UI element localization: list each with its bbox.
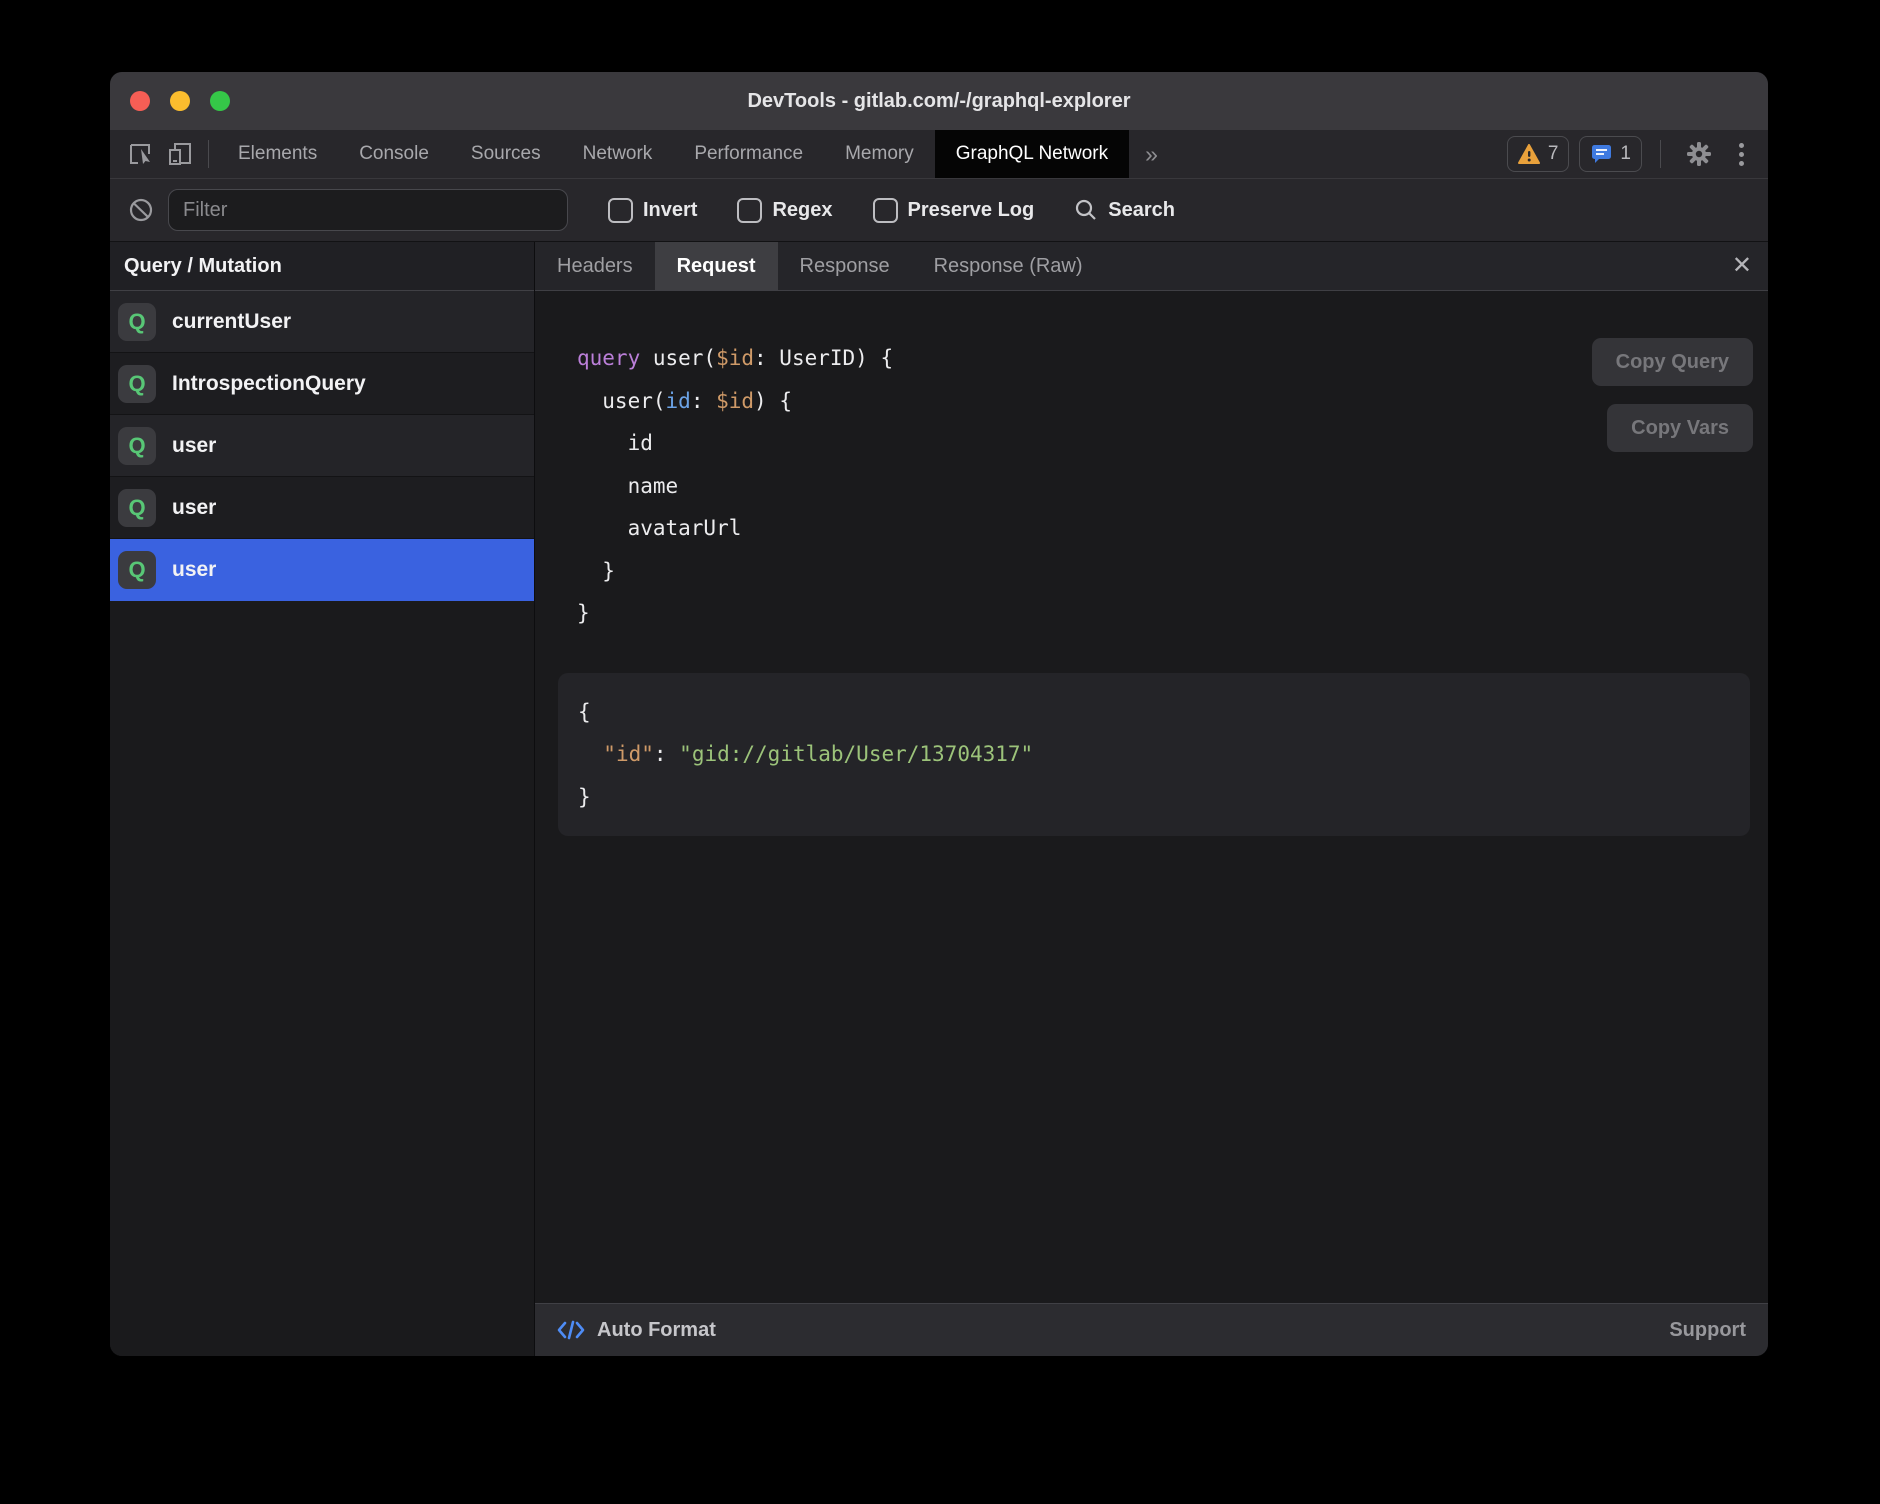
main-tab-elements[interactable]: Elements	[217, 130, 338, 178]
query-list-item-user[interactable]: Quser	[110, 539, 534, 601]
checkbox-invert[interactable]: Invert	[608, 198, 697, 223]
chat-bubble-icon	[1590, 144, 1612, 164]
panel-split: Query / Mutation QcurrentUserQIntrospect…	[110, 242, 1768, 1356]
detail-tab-headers[interactable]: Headers	[535, 242, 655, 290]
filter-checkboxes: Invert Regex Preserve Log	[568, 198, 1034, 223]
detail-tab-bar: HeadersRequestResponseResponse (Raw) ✕	[535, 242, 1768, 291]
code-line: "id": "gid://gitlab/User/13704317"	[578, 733, 1730, 776]
main-tab-bar: ElementsConsoleSourcesNetworkPerformance…	[110, 130, 1768, 178]
settings-gear-icon[interactable]	[1686, 141, 1712, 167]
query-list-empty-area	[110, 601, 534, 1356]
main-tab-network[interactable]: Network	[562, 130, 674, 178]
issues-warning-badge[interactable]: 7	[1507, 136, 1570, 172]
screen: DevTools - gitlab.com/-/graphql-explorer…	[0, 0, 1880, 1504]
search-toggle[interactable]: Search	[1074, 198, 1175, 222]
support-link[interactable]: Support	[1669, 1319, 1746, 1342]
message-count: 1	[1620, 143, 1631, 165]
query-type-badge: Q	[118, 427, 156, 465]
warning-icon	[1518, 144, 1540, 164]
toolbar-divider	[1660, 140, 1661, 168]
checkbox-regex[interactable]: Regex	[737, 198, 832, 223]
filter-input[interactable]	[168, 189, 568, 231]
code-line: avatarUrl	[577, 507, 1768, 550]
close-window-button[interactable]	[130, 91, 150, 111]
query-type-badge: Q	[118, 489, 156, 527]
devtools-window: DevTools - gitlab.com/-/graphql-explorer…	[110, 72, 1768, 1356]
copy-query-button[interactable]: Copy Query	[1592, 338, 1753, 386]
detail-footer: Auto Format Support	[535, 1303, 1768, 1356]
query-name-label: currentUser	[172, 310, 291, 334]
detail-tab-response-raw-[interactable]: Response (Raw)	[912, 242, 1105, 290]
main-tab-graphql-network[interactable]: GraphQL Network	[935, 130, 1129, 178]
filter-bar: Invert Regex Preserve Log Search	[110, 178, 1768, 242]
auto-format-icon[interactable]	[557, 1319, 585, 1341]
main-tab-console[interactable]: Console	[338, 130, 450, 178]
query-list-item-currentUser[interactable]: QcurrentUser	[110, 291, 534, 353]
clear-block-icon[interactable]	[128, 197, 154, 223]
warning-count: 7	[1548, 143, 1559, 165]
more-options-icon[interactable]	[1729, 143, 1754, 166]
code-line: }	[577, 550, 1768, 593]
code-line: user(id: $id) {	[577, 380, 1768, 423]
traffic-lights	[130, 91, 230, 111]
graphql-query-code: query user($id: UserID) { user(id: $id) …	[577, 337, 1768, 635]
query-name-label: user	[172, 434, 216, 458]
window-title: DevTools - gitlab.com/-/graphql-explorer	[747, 90, 1130, 113]
variables-code: { "id": "gid://gitlab/User/13704317"}	[578, 691, 1730, 819]
toolbar-right: 7 1	[1507, 136, 1768, 172]
checkbox-preserve-log[interactable]: Preserve Log	[873, 198, 1035, 223]
code-line: id	[577, 422, 1768, 465]
copy-vars-button[interactable]: Copy Vars	[1607, 404, 1753, 452]
checkbox-label: Regex	[772, 199, 832, 222]
more-tabs-button[interactable]: »	[1129, 141, 1174, 168]
detail-tab-request[interactable]: Request	[655, 242, 778, 290]
checkbox-box[interactable]	[873, 198, 898, 223]
query-type-badge: Q	[118, 551, 156, 589]
code-line: name	[577, 465, 1768, 508]
query-list-item-user[interactable]: Quser	[110, 477, 534, 539]
search-label: Search	[1108, 199, 1175, 222]
title-bar: DevTools - gitlab.com/-/graphql-explorer	[110, 72, 1768, 130]
request-content: query user($id: UserID) { user(id: $id) …	[535, 291, 1768, 1303]
inspect-element-icon[interactable]	[127, 141, 153, 167]
variables-panel: { "id": "gid://gitlab/User/13704317"}	[558, 673, 1750, 837]
checkbox-box[interactable]	[608, 198, 633, 223]
main-tab-memory[interactable]: Memory	[824, 130, 935, 178]
request-detail-panel: HeadersRequestResponseResponse (Raw) ✕ q…	[535, 242, 1768, 1356]
detail-tab-response[interactable]: Response	[778, 242, 912, 290]
auto-format-label[interactable]: Auto Format	[597, 1319, 716, 1342]
checkbox-label: Preserve Log	[908, 199, 1035, 222]
toolbar-divider	[208, 140, 209, 168]
query-list-item-user[interactable]: Quser	[110, 415, 534, 477]
query-list: QcurrentUserQIntrospectionQueryQuserQuse…	[110, 291, 534, 601]
checkbox-box[interactable]	[737, 198, 762, 223]
code-line: }	[578, 776, 1730, 819]
messages-badge[interactable]: 1	[1579, 136, 1642, 172]
device-toolbar-icon[interactable]	[167, 141, 193, 167]
checkbox-label: Invert	[643, 199, 697, 222]
query-list-panel: Query / Mutation QcurrentUserQIntrospect…	[110, 242, 535, 1356]
close-panel-icon[interactable]: ✕	[1732, 254, 1752, 278]
main-tabs: ElementsConsoleSourcesNetworkPerformance…	[217, 130, 1129, 178]
detail-tabs: HeadersRequestResponseResponse (Raw)	[535, 242, 1105, 290]
query-type-badge: Q	[118, 303, 156, 341]
code-line: query user($id: UserID) {	[577, 337, 1768, 380]
query-type-badge: Q	[118, 365, 156, 403]
search-icon	[1074, 198, 1098, 222]
query-list-header: Query / Mutation	[110, 242, 534, 291]
query-name-label: user	[172, 496, 216, 520]
query-list-item-IntrospectionQuery[interactable]: Q IntrospectionQuery	[110, 353, 534, 415]
code-line: }	[577, 592, 1768, 635]
query-name-label: IntrospectionQuery	[172, 372, 366, 396]
code-line: {	[578, 691, 1730, 734]
main-tab-sources[interactable]: Sources	[450, 130, 562, 178]
zoom-window-button[interactable]	[210, 91, 230, 111]
main-tab-performance[interactable]: Performance	[673, 130, 824, 178]
minimize-window-button[interactable]	[170, 91, 190, 111]
query-name-label: user	[172, 558, 216, 582]
